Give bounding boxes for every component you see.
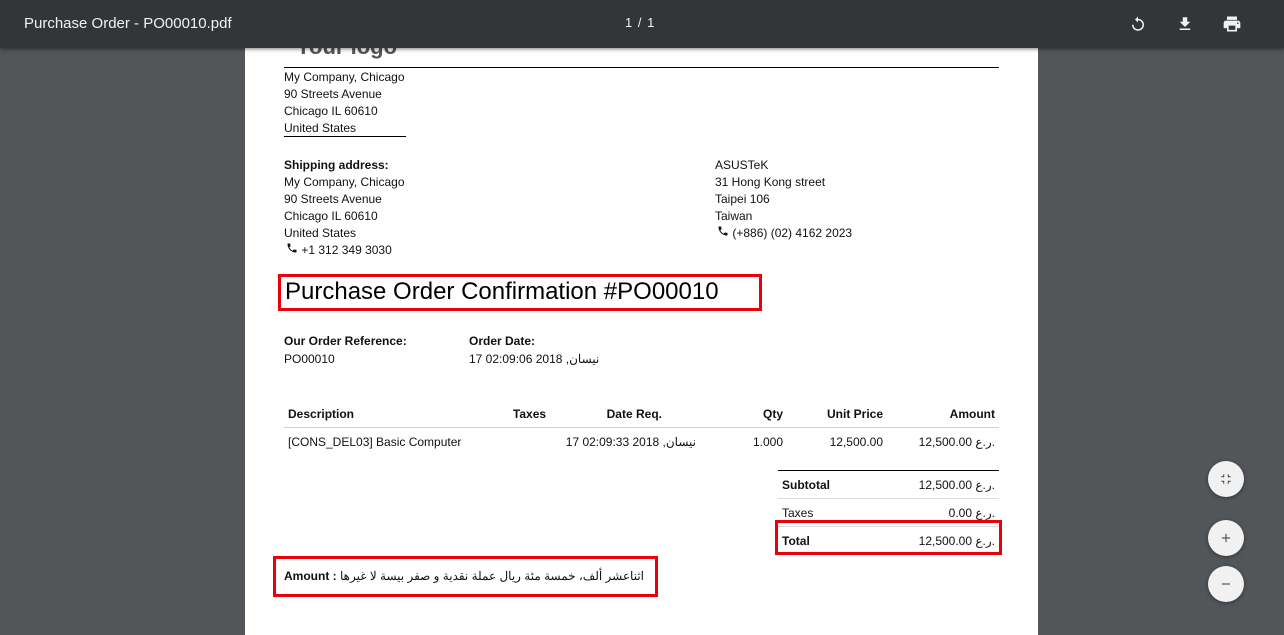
amount-words-value: اثناعشر ألف، خمسة مئة ريال عملة نقدية و … bbox=[340, 569, 644, 583]
taxes-label: Taxes bbox=[782, 505, 814, 520]
order-reference: Our Order Reference: PO00010 bbox=[284, 332, 407, 368]
shipping-address-line: United States bbox=[284, 226, 357, 240]
subtotal-label: Subtotal bbox=[782, 477, 830, 492]
subtotal-value: 12,500.00 ر.ع. bbox=[918, 477, 995, 492]
taxes-value: 0.00 ر.ع. bbox=[948, 505, 995, 520]
column-header-taxes: Taxes bbox=[498, 404, 561, 428]
download-button[interactable] bbox=[1173, 12, 1197, 36]
fit-page-button[interactable] bbox=[1208, 461, 1244, 497]
zoom-in-icon bbox=[1221, 533, 1231, 543]
pdf-page: Your logo My Company, Chicago 90 Streets… bbox=[245, 48, 1038, 635]
fit-page-icon bbox=[1221, 474, 1231, 484]
shipping-address: Shipping address: My Company, Chicago 90… bbox=[284, 157, 405, 259]
pdf-toolbar: Purchase Order - PO00010.pdf 1 / 1 bbox=[0, 0, 1284, 48]
order-date-label: Order Date: bbox=[469, 334, 536, 348]
cell-date-req: 17 02:09:33 2018 ,نيسان bbox=[565, 435, 696, 449]
print-icon bbox=[1223, 16, 1241, 32]
amount-words-label: Amount : bbox=[284, 569, 337, 583]
order-reference-value: PO00010 bbox=[284, 352, 335, 366]
table-row: [CONS_DEL03] Basic Computer 17 02:09:33 … bbox=[284, 428, 999, 460]
shipping-address-line: My Company, Chicago bbox=[284, 175, 405, 189]
order-date-value: 17 02:09:06 2018 ,نيسان bbox=[469, 352, 600, 366]
vendor-phone-number: (+886) (02) 4162 2023 bbox=[732, 226, 853, 240]
order-lines-table: Description Taxes Date Req. Qty Unit Pri… bbox=[284, 404, 999, 459]
cell-qty: 1.000 bbox=[752, 435, 783, 449]
page-indicator: 1 / 1 bbox=[625, 15, 656, 30]
shipping-phone-number: +1 312 349 3030 bbox=[301, 243, 392, 257]
cell-unit-price: 12,500.00 bbox=[829, 435, 883, 449]
company-address-line: 90 Streets Avenue bbox=[284, 87, 382, 101]
shipping-phone: +1 312 349 3030 bbox=[286, 242, 405, 259]
column-header-amount: Amount bbox=[887, 404, 999, 428]
download-icon bbox=[1179, 17, 1191, 30]
column-header-unit-price: Unit Price bbox=[787, 404, 887, 428]
vendor-address-line: Taiwan bbox=[715, 209, 753, 223]
print-button[interactable] bbox=[1220, 12, 1244, 36]
vendor-address: ASUSTeK 31 Hong Kong street Taipei 106 T… bbox=[715, 157, 852, 242]
shipping-address-line: Chicago IL 60610 bbox=[284, 209, 378, 223]
amount-in-words: Amount : اثناعشر ألف، خمسة مئة ريال عملة… bbox=[284, 569, 644, 583]
order-date: Order Date: 17 02:09:06 2018 ,نيسان bbox=[469, 332, 599, 368]
shipping-address-line: 90 Streets Avenue bbox=[284, 192, 382, 206]
document-title: Purchase Order - PO00010.pdf bbox=[24, 15, 232, 32]
rotate-icon bbox=[1132, 16, 1144, 31]
vendor-phone: (+886) (02) 4162 2023 bbox=[717, 225, 852, 242]
vendor-address-line: Taipei 106 bbox=[715, 192, 770, 206]
header-divider bbox=[284, 67, 999, 68]
rotate-button[interactable] bbox=[1126, 12, 1150, 36]
company-address-line: United States bbox=[284, 121, 357, 135]
phone-icon bbox=[287, 243, 297, 253]
total-highlight-box bbox=[775, 520, 1002, 555]
zoom-out-icon bbox=[1221, 583, 1231, 585]
column-header-description: Description bbox=[284, 404, 498, 428]
shipping-heading: Shipping address: bbox=[284, 158, 389, 172]
cell-description: [CONS_DEL03] Basic Computer bbox=[288, 435, 462, 449]
company-address-line: My Company, Chicago bbox=[284, 70, 405, 84]
zoom-out-button[interactable] bbox=[1208, 566, 1244, 602]
table-header-row: Description Taxes Date Req. Qty Unit Pri… bbox=[284, 404, 999, 428]
cell-amount: 12,500.00 ر.ع. bbox=[918, 435, 995, 449]
cell-taxes bbox=[498, 428, 561, 460]
company-address-line: Chicago IL 60610 bbox=[284, 104, 378, 118]
company-address-divider bbox=[284, 136, 406, 137]
order-reference-label: Our Order Reference: bbox=[284, 334, 407, 348]
vendor-address-line: 31 Hong Kong street bbox=[715, 175, 826, 189]
company-address: My Company, Chicago 90 Streets Avenue Ch… bbox=[284, 69, 405, 137]
zoom-in-button[interactable] bbox=[1208, 520, 1244, 556]
phone-icon bbox=[718, 226, 728, 236]
page-title: Purchase Order Confirmation #PO00010 bbox=[285, 278, 719, 305]
subtotal-row: Subtotal 12,500.00 ر.ع. bbox=[778, 471, 999, 499]
company-logo: Your logo bbox=[296, 48, 397, 60]
vendor-address-line: ASUSTeK bbox=[715, 158, 769, 172]
column-header-date-req: Date Req. bbox=[561, 404, 700, 428]
column-header-qty: Qty bbox=[700, 404, 787, 428]
